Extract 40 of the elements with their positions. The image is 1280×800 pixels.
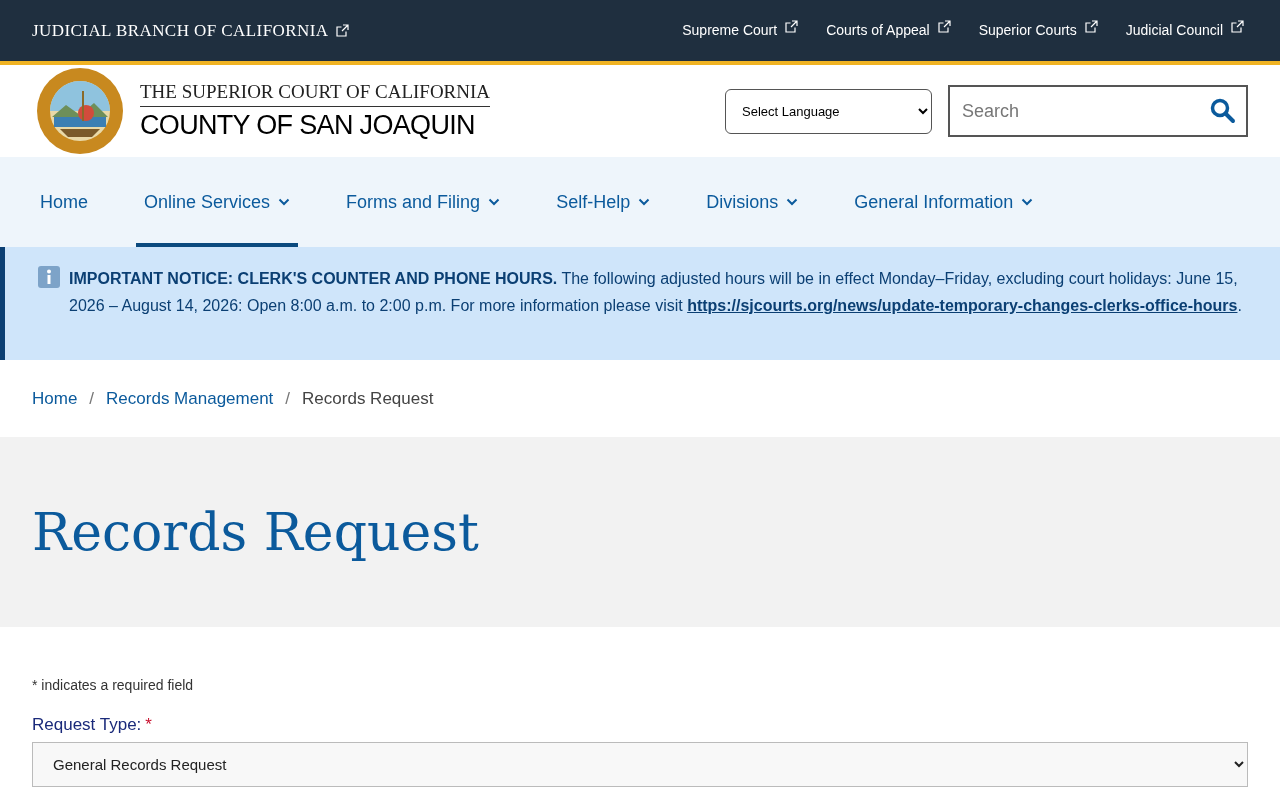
- external-link-icon: [785, 20, 799, 33]
- county-name: COUNTY OF SAN JOAQUIN: [140, 108, 476, 142]
- external-link-icon: [336, 24, 350, 37]
- info-icon: [37, 265, 61, 289]
- court-name: THE SUPERIOR COURT OF CALIFORNIA: [140, 79, 491, 107]
- notice-link[interactable]: https://sjcourts.org/news/update-temporary-changes-clerks-office-hours: [687, 297, 1238, 314]
- nav-item[interactable]: Home: [32, 157, 96, 247]
- court-link[interactable]: Superior Courts: [978, 20, 1098, 41]
- chevron-down-icon: [786, 198, 799, 206]
- chevron-down-icon: [638, 198, 651, 206]
- external-link-icon: [1231, 20, 1244, 33]
- chevron-down-icon: [1021, 198, 1034, 206]
- page-title: Records Request: [32, 501, 479, 564]
- judicial-branch-link[interactable]: JUDICIAL BRANCH OF CALIFORNIA: [32, 17, 350, 44]
- chevron-down-icon: [488, 198, 501, 206]
- required-note: * indicates a required field: [32, 676, 195, 695]
- nav-item[interactable]: General Information: [846, 157, 1042, 247]
- request-type-select[interactable]: General Records Request: [32, 741, 1248, 787]
- language-select[interactable]: Select Language: [725, 88, 932, 134]
- nav-item[interactable]: Self-Help: [548, 157, 659, 247]
- breadcrumb-separator: /: [284, 387, 292, 410]
- court-link[interactable]: Supreme Court: [682, 20, 799, 41]
- breadcrumb-separator: /: [88, 387, 96, 410]
- breadcrumb-current: Records Request: [302, 387, 434, 410]
- field-label: Request Type:: [32, 714, 142, 736]
- brand-text: JUDICIAL BRANCH OF CALIFORNIA: [32, 19, 329, 42]
- required-mark: *: [145, 714, 152, 736]
- external-link-icon: [1084, 20, 1098, 33]
- chevron-down-icon: [278, 198, 291, 206]
- breadcrumb-link[interactable]: Home: [32, 385, 78, 412]
- search-icon[interactable]: [1210, 98, 1236, 124]
- notice-text: IMPORTANT NOTICE: CLERK'S COUNTER AND PHONE HOURS. The following adjusted hours will be in effect Monday–Friday, excluding court holidays: June 15, 2026 – August 14, 2026: Open 8:00 a.m. to 2:00 p.m. For more information please visit https://sjcourts.org/news/update-temporary-changes-clerks-office-hours.: [69, 269, 1243, 316]
- breadcrumb-link[interactable]: Records Management: [106, 385, 274, 412]
- external-link-icon: [937, 20, 951, 33]
- nav-item[interactable]: Divisions: [698, 157, 807, 247]
- court-link[interactable]: Judicial Council: [1125, 20, 1244, 41]
- search-field[interactable]: Search: [948, 85, 1248, 137]
- nav-item[interactable]: Forms and Filing: [338, 157, 509, 247]
- court-link[interactable]: Courts of Appeal: [826, 20, 951, 41]
- court-seal-icon: [36, 67, 124, 155]
